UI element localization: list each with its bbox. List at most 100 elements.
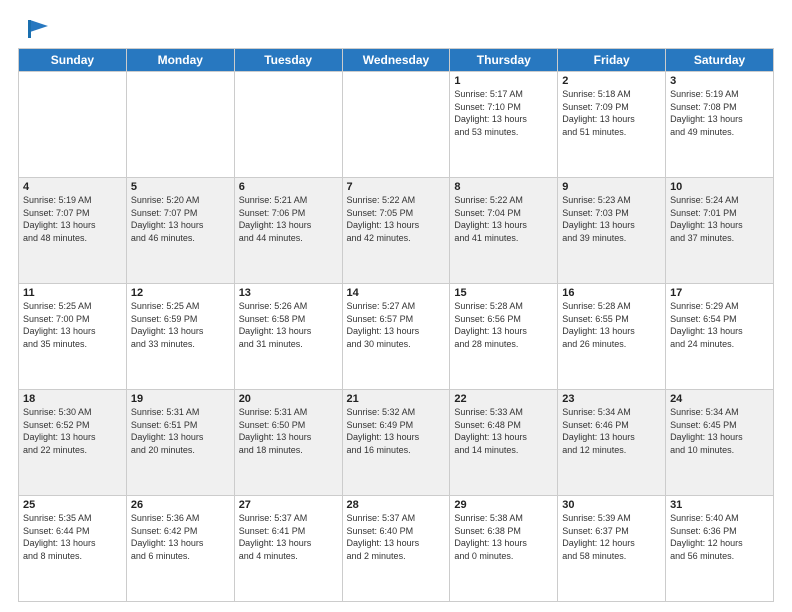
day-number: 3 — [670, 75, 769, 87]
day-info: Sunrise: 5:35 AMSunset: 6:44 PMDaylight:… — [23, 512, 122, 562]
day-info: Sunrise: 5:31 AMSunset: 6:51 PMDaylight:… — [131, 406, 230, 456]
day-number: 2 — [562, 75, 661, 87]
day-info: Sunrise: 5:36 AMSunset: 6:42 PMDaylight:… — [131, 512, 230, 562]
day-number: 18 — [23, 393, 122, 405]
calendar-cell: 27Sunrise: 5:37 AMSunset: 6:41 PMDayligh… — [234, 496, 342, 602]
day-info: Sunrise: 5:28 AMSunset: 6:56 PMDaylight:… — [454, 300, 553, 350]
day-number: 21 — [347, 393, 446, 405]
weekday-header: Wednesday — [342, 49, 450, 72]
calendar-cell: 11Sunrise: 5:25 AMSunset: 7:00 PMDayligh… — [19, 284, 127, 390]
calendar-cell — [342, 72, 450, 178]
day-info: Sunrise: 5:40 AMSunset: 6:36 PMDaylight:… — [670, 512, 769, 562]
day-number: 29 — [454, 499, 553, 511]
day-info: Sunrise: 5:33 AMSunset: 6:48 PMDaylight:… — [454, 406, 553, 456]
day-number: 13 — [239, 287, 338, 299]
calendar-cell: 28Sunrise: 5:37 AMSunset: 6:40 PMDayligh… — [342, 496, 450, 602]
day-number: 9 — [562, 181, 661, 193]
day-info: Sunrise: 5:17 AMSunset: 7:10 PMDaylight:… — [454, 88, 553, 138]
day-number: 27 — [239, 499, 338, 511]
day-info: Sunrise: 5:19 AMSunset: 7:08 PMDaylight:… — [670, 88, 769, 138]
day-number: 23 — [562, 393, 661, 405]
day-number: 24 — [670, 393, 769, 405]
day-number: 11 — [23, 287, 122, 299]
weekday-header: Thursday — [450, 49, 558, 72]
day-info: Sunrise: 5:18 AMSunset: 7:09 PMDaylight:… — [562, 88, 661, 138]
day-number: 12 — [131, 287, 230, 299]
calendar-cell: 21Sunrise: 5:32 AMSunset: 6:49 PMDayligh… — [342, 390, 450, 496]
day-info: Sunrise: 5:29 AMSunset: 6:54 PMDaylight:… — [670, 300, 769, 350]
logo-icon — [20, 18, 48, 40]
day-info: Sunrise: 5:28 AMSunset: 6:55 PMDaylight:… — [562, 300, 661, 350]
day-info: Sunrise: 5:37 AMSunset: 6:40 PMDaylight:… — [347, 512, 446, 562]
day-number: 17 — [670, 287, 769, 299]
day-info: Sunrise: 5:21 AMSunset: 7:06 PMDaylight:… — [239, 194, 338, 244]
calendar-cell: 22Sunrise: 5:33 AMSunset: 6:48 PMDayligh… — [450, 390, 558, 496]
header — [18, 18, 774, 40]
day-info: Sunrise: 5:22 AMSunset: 7:04 PMDaylight:… — [454, 194, 553, 244]
day-number: 7 — [347, 181, 446, 193]
day-info: Sunrise: 5:37 AMSunset: 6:41 PMDaylight:… — [239, 512, 338, 562]
day-number: 22 — [454, 393, 553, 405]
day-number: 14 — [347, 287, 446, 299]
calendar-table: SundayMondayTuesdayWednesdayThursdayFrid… — [18, 48, 774, 602]
calendar-cell: 6Sunrise: 5:21 AMSunset: 7:06 PMDaylight… — [234, 178, 342, 284]
calendar-cell: 14Sunrise: 5:27 AMSunset: 6:57 PMDayligh… — [342, 284, 450, 390]
calendar-cell: 25Sunrise: 5:35 AMSunset: 6:44 PMDayligh… — [19, 496, 127, 602]
calendar-cell: 10Sunrise: 5:24 AMSunset: 7:01 PMDayligh… — [666, 178, 774, 284]
day-info: Sunrise: 5:25 AMSunset: 7:00 PMDaylight:… — [23, 300, 122, 350]
day-number: 8 — [454, 181, 553, 193]
day-number: 26 — [131, 499, 230, 511]
day-number: 6 — [239, 181, 338, 193]
weekday-header: Sunday — [19, 49, 127, 72]
calendar-cell: 13Sunrise: 5:26 AMSunset: 6:58 PMDayligh… — [234, 284, 342, 390]
day-info: Sunrise: 5:27 AMSunset: 6:57 PMDaylight:… — [347, 300, 446, 350]
day-number: 5 — [131, 181, 230, 193]
day-info: Sunrise: 5:25 AMSunset: 6:59 PMDaylight:… — [131, 300, 230, 350]
calendar-cell: 16Sunrise: 5:28 AMSunset: 6:55 PMDayligh… — [558, 284, 666, 390]
day-number: 20 — [239, 393, 338, 405]
day-number: 25 — [23, 499, 122, 511]
calendar-cell: 7Sunrise: 5:22 AMSunset: 7:05 PMDaylight… — [342, 178, 450, 284]
weekday-header: Friday — [558, 49, 666, 72]
day-number: 4 — [23, 181, 122, 193]
calendar-cell: 20Sunrise: 5:31 AMSunset: 6:50 PMDayligh… — [234, 390, 342, 496]
day-info: Sunrise: 5:34 AMSunset: 6:45 PMDaylight:… — [670, 406, 769, 456]
calendar-cell: 31Sunrise: 5:40 AMSunset: 6:36 PMDayligh… — [666, 496, 774, 602]
calendar-cell — [234, 72, 342, 178]
day-number: 19 — [131, 393, 230, 405]
day-number: 30 — [562, 499, 661, 511]
day-info: Sunrise: 5:23 AMSunset: 7:03 PMDaylight:… — [562, 194, 661, 244]
day-number: 31 — [670, 499, 769, 511]
calendar-cell — [19, 72, 127, 178]
calendar-cell — [126, 72, 234, 178]
day-info: Sunrise: 5:34 AMSunset: 6:46 PMDaylight:… — [562, 406, 661, 456]
day-number: 16 — [562, 287, 661, 299]
weekday-header: Saturday — [666, 49, 774, 72]
calendar-cell: 26Sunrise: 5:36 AMSunset: 6:42 PMDayligh… — [126, 496, 234, 602]
calendar-cell: 9Sunrise: 5:23 AMSunset: 7:03 PMDaylight… — [558, 178, 666, 284]
day-info: Sunrise: 5:22 AMSunset: 7:05 PMDaylight:… — [347, 194, 446, 244]
day-number: 10 — [670, 181, 769, 193]
day-number: 1 — [454, 75, 553, 87]
day-info: Sunrise: 5:38 AMSunset: 6:38 PMDaylight:… — [454, 512, 553, 562]
day-info: Sunrise: 5:31 AMSunset: 6:50 PMDaylight:… — [239, 406, 338, 456]
calendar-cell: 5Sunrise: 5:20 AMSunset: 7:07 PMDaylight… — [126, 178, 234, 284]
calendar-cell: 12Sunrise: 5:25 AMSunset: 6:59 PMDayligh… — [126, 284, 234, 390]
calendar-cell: 19Sunrise: 5:31 AMSunset: 6:51 PMDayligh… — [126, 390, 234, 496]
day-number: 15 — [454, 287, 553, 299]
day-info: Sunrise: 5:20 AMSunset: 7:07 PMDaylight:… — [131, 194, 230, 244]
calendar-cell: 1Sunrise: 5:17 AMSunset: 7:10 PMDaylight… — [450, 72, 558, 178]
calendar-cell: 29Sunrise: 5:38 AMSunset: 6:38 PMDayligh… — [450, 496, 558, 602]
logo — [18, 18, 48, 40]
weekday-header: Tuesday — [234, 49, 342, 72]
day-info: Sunrise: 5:24 AMSunset: 7:01 PMDaylight:… — [670, 194, 769, 244]
calendar-cell: 24Sunrise: 5:34 AMSunset: 6:45 PMDayligh… — [666, 390, 774, 496]
calendar-cell: 15Sunrise: 5:28 AMSunset: 6:56 PMDayligh… — [450, 284, 558, 390]
calendar-cell: 2Sunrise: 5:18 AMSunset: 7:09 PMDaylight… — [558, 72, 666, 178]
day-info: Sunrise: 5:30 AMSunset: 6:52 PMDaylight:… — [23, 406, 122, 456]
calendar-cell: 4Sunrise: 5:19 AMSunset: 7:07 PMDaylight… — [19, 178, 127, 284]
calendar-cell: 17Sunrise: 5:29 AMSunset: 6:54 PMDayligh… — [666, 284, 774, 390]
day-info: Sunrise: 5:19 AMSunset: 7:07 PMDaylight:… — [23, 194, 122, 244]
calendar-cell: 30Sunrise: 5:39 AMSunset: 6:37 PMDayligh… — [558, 496, 666, 602]
weekday-header: Monday — [126, 49, 234, 72]
